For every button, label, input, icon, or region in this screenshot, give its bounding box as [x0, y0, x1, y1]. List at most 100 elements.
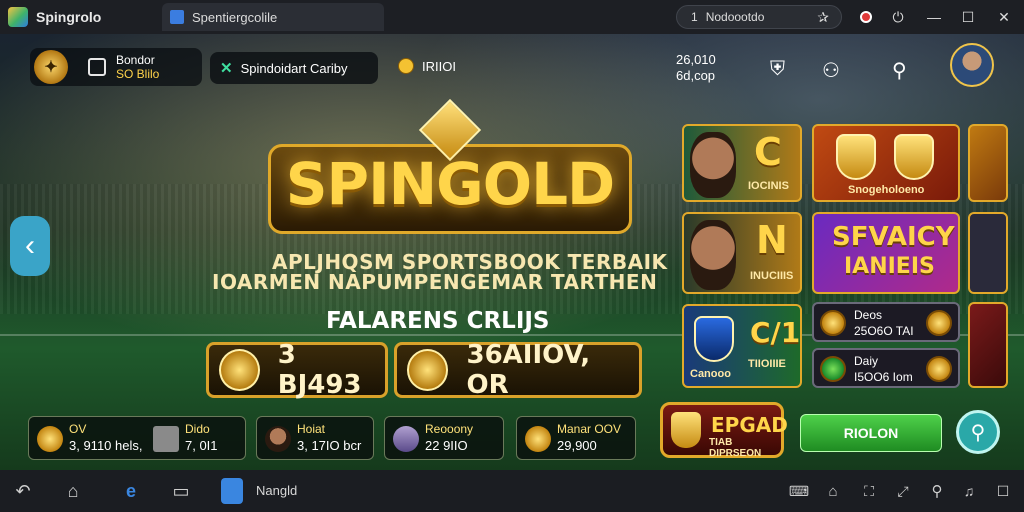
gold-shield-icon [894, 134, 934, 180]
tile-shields-label: Snogeholoeno [848, 184, 925, 196]
brand-chip[interactable]: ✕ Spindoidart Cariby [210, 52, 378, 84]
brand-x-icon: ✕ [220, 60, 233, 77]
add-friend-icon[interactable]: ⚇ [822, 58, 840, 83]
stat-card-4-value: 22 9IIO [425, 438, 468, 453]
bet-row-daiy-label: Daiy [854, 354, 879, 368]
shield-icon [694, 316, 734, 362]
green-action-button[interactable]: RIOLON [800, 414, 942, 452]
stat-card-5-value: 29,900 [557, 438, 597, 453]
trophy-icon[interactable]: ⛨ [770, 58, 785, 81]
coin-value: IRIIOI [422, 58, 456, 74]
subheadline: FALARENS CRLIJS [326, 308, 550, 334]
spingold-logo: SPINGOLD [268, 98, 632, 244]
game-tile-sfvaicy[interactable]: SFVAICY IANIEIS [812, 212, 960, 294]
minimize-button[interactable]: — [924, 7, 944, 27]
game-tile-partial[interactable] [968, 302, 1008, 388]
screenshot-icon[interactable]: ⛶ [858, 480, 880, 502]
address-prefix: 1 [691, 10, 698, 24]
recent-apps-icon[interactable]: ▭ [170, 480, 192, 502]
resize-icon[interactable]: ⤢ [892, 480, 914, 502]
player-badge-icon: ✦ [34, 50, 68, 84]
stat-card-3-title: Hoiat [297, 422, 326, 436]
bookmark-icon[interactable]: ✰ [817, 9, 829, 26]
app-name: Spingrolo [36, 9, 102, 25]
game-tile-partial[interactable] [968, 212, 1008, 294]
taskbar-app-label: Nangld [256, 483, 298, 498]
address-field[interactable]: 1 Nodoootdo ✰ [676, 5, 842, 29]
avatar[interactable] [950, 43, 994, 87]
location-icon[interactable]: ⚲ [926, 480, 948, 502]
tile-c1-label: TIIOIIIE [748, 358, 786, 370]
carousel-prev-button[interactable]: ‹ [10, 216, 50, 276]
top-stat-2: 6d,cop [676, 68, 716, 83]
bet-row-deos[interactable]: Deos 25O6O TAI [812, 302, 960, 342]
maximize-button[interactable]: ☐ [958, 7, 978, 27]
house-icon[interactable]: ⌂ [822, 480, 844, 502]
top-stats: 26,010 6d,cop [676, 52, 716, 84]
tile-sfvaicy-subtitle: IANIEIS [844, 254, 935, 279]
close-button[interactable]: ✕ [994, 7, 1014, 27]
coin-icon [926, 356, 952, 382]
trophy-cup-icon [407, 349, 449, 391]
app-logo-icon [8, 7, 28, 27]
stat-card-4[interactable]: Reooony 22 9IIO [384, 416, 504, 460]
volume-icon[interactable]: ♫ [958, 480, 980, 502]
game-tile-c1[interactable]: Canooo C/1 TIIOIIIE [682, 304, 802, 388]
game-tile-shields[interactable]: Snogeholoeno [812, 124, 960, 202]
stat-card-1-title: OV [69, 422, 87, 436]
player-panel[interactable]: ✦ Bondor SO Blilo [30, 48, 202, 86]
bonus-icon [820, 356, 846, 382]
record-button[interactable] [856, 7, 876, 27]
gold-shield-icon [836, 134, 876, 180]
coin-icon [820, 310, 846, 336]
gold-coin-icon [219, 349, 260, 391]
floating-search-button[interactable]: ⚲ [956, 410, 1000, 454]
tab-spingold[interactable]: Spentiergcolile [162, 3, 384, 31]
tile-sfvaicy-title: SFVAICY [832, 222, 955, 252]
stat-card-3-value: 3, 17IO bcr [297, 438, 362, 453]
tile-n-letter: N [756, 218, 788, 262]
stat-card-2-value: 7, 0I1 [185, 438, 218, 453]
jackpot-plaque-2[interactable]: 36AIIOV, OR [394, 340, 642, 400]
top-stat-1: 26,010 [676, 52, 716, 67]
bet-row-daiy[interactable]: Daiy I5OO6 Iom [812, 348, 960, 388]
tile-n-label: INUCIIIS [750, 270, 794, 282]
search-icon[interactable]: ⚲ [892, 58, 907, 83]
browser-icon[interactable]: e [120, 480, 142, 502]
stat-card-1-value: 3, 9110 hels, [69, 438, 143, 453]
app-icon[interactable] [221, 478, 243, 504]
epgad-button[interactable]: EPGAD TIAB DIPRSEON [660, 402, 788, 459]
stat-card-5[interactable]: Manar OOV 29,900 [516, 416, 636, 460]
plaque-1-value: 3 BJ493 [277, 340, 362, 400]
coin-balance: IRIIOI [398, 58, 456, 74]
bet-row-deos-label: Deos [854, 308, 883, 322]
stat-card-1[interactable]: OV 3, 9110 hels, Dido 7, 0I1 [28, 416, 246, 460]
bet-row-daiy-value: I5OO6 Iom [854, 370, 913, 384]
search-icon: ⚲ [970, 421, 986, 444]
epgad-label: EPGAD [711, 413, 788, 437]
game-tile-n[interactable]: N INUCIIIS [682, 212, 802, 294]
epgad-sublabel: TIAB DIPRSEON [709, 437, 762, 459]
power-button[interactable]: ⏻ [888, 7, 908, 27]
tile-c1-sub: Canooo [690, 368, 731, 380]
message-icon[interactable]: ☐ [992, 480, 1014, 502]
keyboard-icon[interactable]: ⌨ [788, 480, 810, 502]
film-icon [153, 426, 179, 452]
player-portrait [690, 132, 736, 198]
player-line2: SO Blilo [116, 67, 160, 81]
back-icon[interactable]: ↶ [12, 480, 34, 502]
plaque-2-value: 36AIIOV, OR [466, 340, 591, 400]
brand-chip-label: Spindoidart Cariby [240, 60, 348, 76]
bet-row-deos-value: 25O6O TAI [854, 324, 914, 338]
tab-favicon-icon [170, 10, 184, 24]
game-tile-c[interactable]: C IOCINIS [682, 124, 802, 202]
jackpot-plaque-1[interactable]: 3 BJ493 [206, 340, 388, 400]
home-icon[interactable]: ⌂ [62, 480, 84, 502]
coin-icon [398, 58, 414, 74]
tab-label: Spentiergcolile [192, 9, 278, 25]
game-tile-partial[interactable] [968, 124, 1008, 202]
player-line1: Bondor [116, 53, 155, 67]
tile-c-label: IOCINIS [748, 180, 789, 192]
stat-card-3[interactable]: Hoiat 3, 17IO bcr [256, 416, 374, 460]
wallet-icon [88, 58, 106, 76]
